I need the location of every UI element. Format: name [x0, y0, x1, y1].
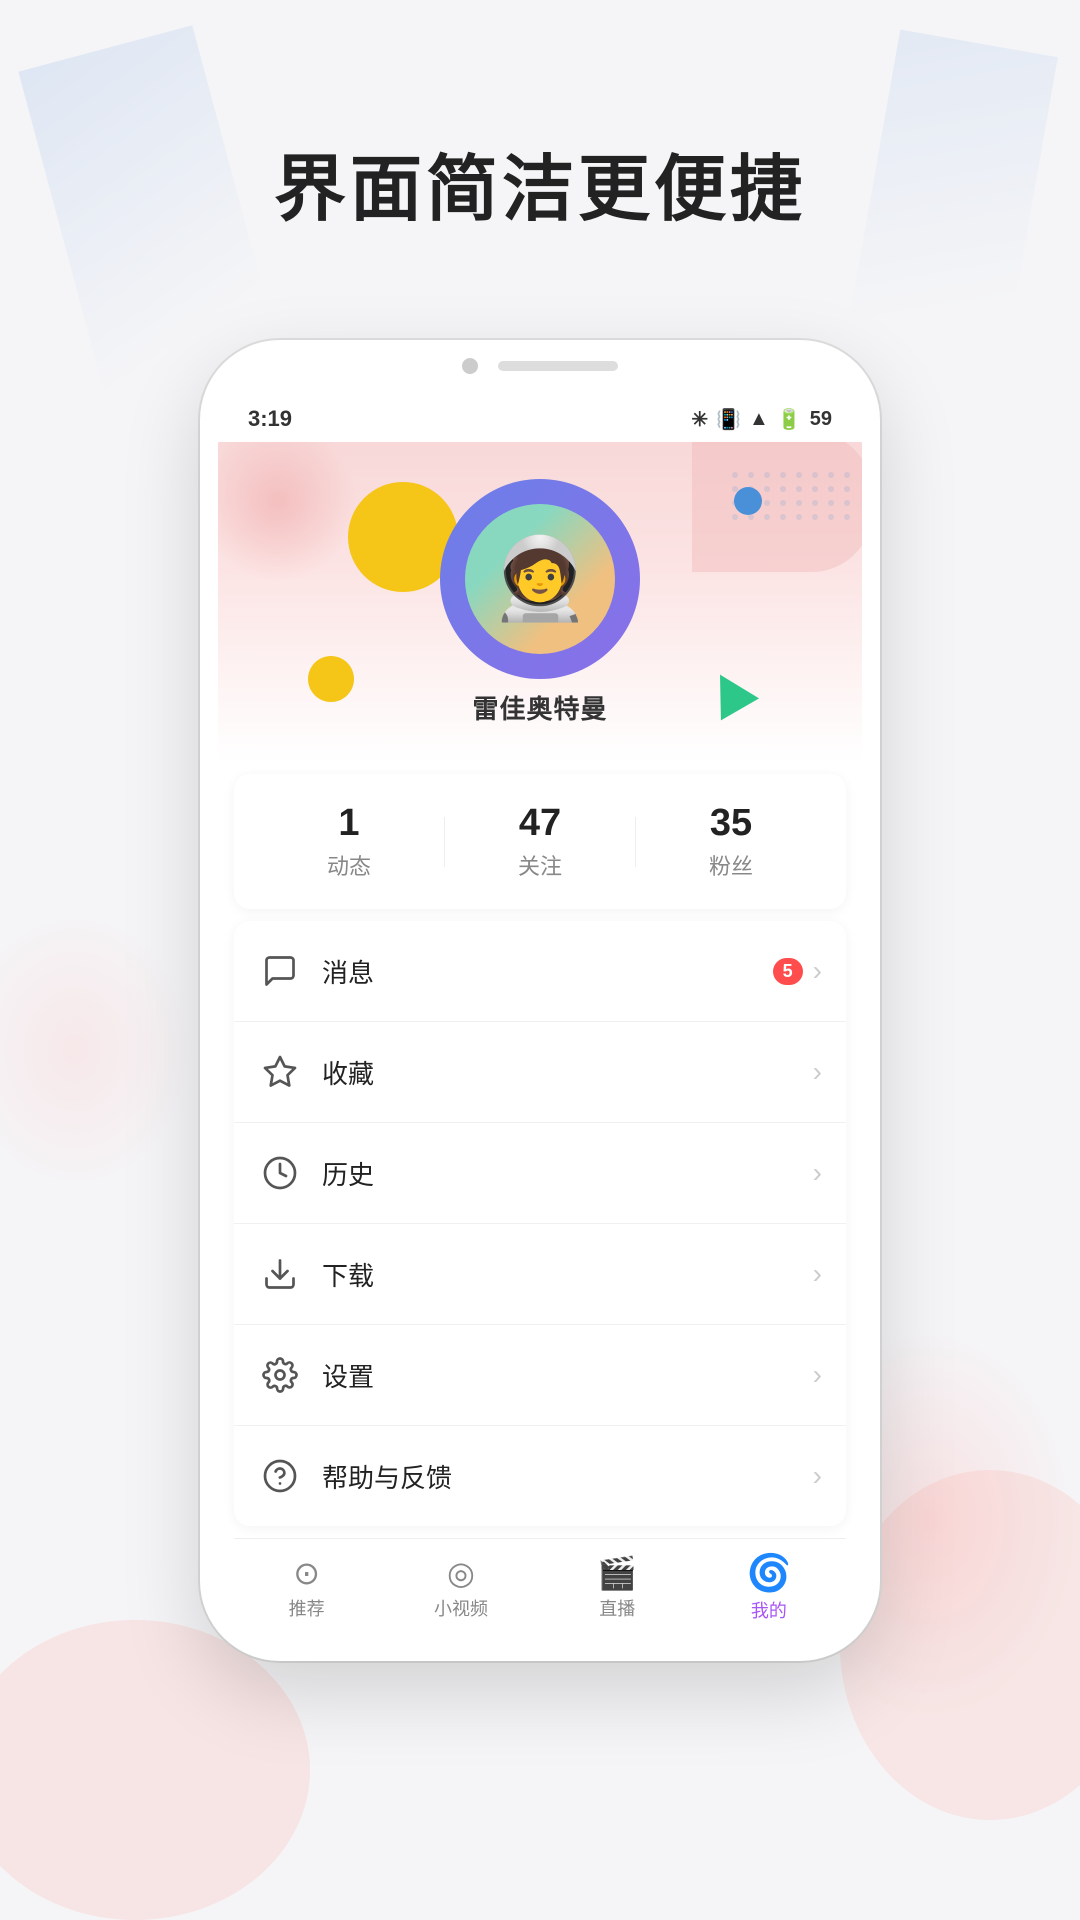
status-time: 3:19: [248, 406, 292, 432]
nav-item-profile[interactable]: 🌀 我的: [746, 1555, 791, 1623]
avatar-emoji: 🧑‍🚀: [490, 539, 590, 619]
nav-item-recommend[interactable]: ⊙ 推荐: [289, 1557, 325, 1621]
chevron-right-icon: ›: [813, 1157, 822, 1189]
menu-item-history[interactable]: 历史 ›: [234, 1123, 846, 1224]
person-circle-icon: 🌀: [746, 1555, 791, 1591]
menu-item-help[interactable]: 帮助与反馈 ›: [234, 1426, 846, 1526]
decor-triangle-green: [701, 664, 759, 721]
video-camera-icon: 🎬: [597, 1557, 637, 1589]
stat-number-following: 47: [519, 802, 561, 845]
battery-icon: 🔋: [777, 407, 802, 432]
decor-circle-yellow-sm: [308, 656, 354, 702]
vibrate-icon: 📳: [716, 407, 741, 432]
decor-dot-grid: [732, 472, 852, 520]
menu-label-help: 帮助与反馈: [322, 1458, 813, 1495]
page-title: 界面简洁更便捷: [0, 0, 1080, 295]
avatar-bg-circle: 🧑‍🚀: [440, 479, 640, 679]
signal-icon: ▲: [749, 408, 769, 431]
nav-label-profile: 我的: [751, 1597, 787, 1623]
status-bar: 3:19 ✳ 📳 ▲ 🔋 59: [218, 386, 862, 442]
stats-row: 1 动态 47 关注 35 粉丝: [234, 774, 846, 909]
stat-item-dynamic[interactable]: 1 动态: [254, 802, 444, 881]
clock-icon: [258, 1151, 302, 1195]
stat-item-following[interactable]: 47 关注: [445, 802, 635, 881]
profile-header: 🧑‍🚀 雷佳奥特曼: [218, 442, 862, 762]
stat-label-following: 关注: [518, 849, 562, 881]
battery-level: 59: [810, 408, 832, 431]
phone-screen: 3:19 ✳ 📳 ▲ 🔋 59: [218, 386, 862, 1643]
menu-label-history: 历史: [322, 1155, 813, 1192]
menu-label-messages: 消息: [322, 953, 773, 990]
chat-icon: [258, 949, 302, 993]
stat-label-dynamic: 动态: [327, 849, 371, 881]
messages-badge: 5: [773, 958, 803, 985]
stat-label-fans: 粉丝: [709, 849, 753, 881]
username: 雷佳奥特曼: [472, 689, 607, 726]
settings-icon: [258, 1353, 302, 1397]
chevron-right-icon: ›: [813, 1460, 822, 1492]
stat-number-dynamic: 1: [338, 802, 359, 845]
menu-label-favorites: 收藏: [322, 1054, 813, 1091]
star-icon: [258, 1050, 302, 1094]
nav-item-short-video[interactable]: ◎ 小视频: [434, 1557, 488, 1621]
menu-list: 消息 5 › 收藏 › 历史: [234, 921, 846, 1526]
chevron-right-icon: ›: [813, 1056, 822, 1088]
play-circle-icon: ◎: [447, 1557, 475, 1589]
help-icon: [258, 1454, 302, 1498]
avatar: 🧑‍🚀: [465, 504, 615, 654]
menu-item-download[interactable]: 下载 ›: [234, 1224, 846, 1325]
phone-camera: [462, 358, 478, 374]
bottom-nav: ⊙ 推荐 ◎ 小视频 🎬 直播 🌀 我的: [234, 1538, 846, 1643]
phone-speaker: [498, 361, 618, 371]
download-icon: [258, 1252, 302, 1296]
nav-item-live[interactable]: 🎬 直播: [597, 1557, 637, 1621]
menu-label-download: 下载: [322, 1256, 813, 1293]
home-icon: ⊙: [293, 1557, 320, 1589]
chevron-right-icon: ›: [813, 1359, 822, 1391]
nav-label-live: 直播: [599, 1595, 635, 1621]
menu-item-messages[interactable]: 消息 5 ›: [234, 921, 846, 1022]
chevron-right-icon: ›: [813, 1258, 822, 1290]
stat-number-fans: 35: [710, 802, 752, 845]
chevron-right-icon: ›: [813, 955, 822, 987]
phone-mockup: 3:19 ✳ 📳 ▲ 🔋 59: [200, 340, 880, 1661]
menu-label-settings: 设置: [322, 1357, 813, 1394]
nav-label-recommend: 推荐: [289, 1595, 325, 1621]
status-icons: ✳ 📳 ▲ 🔋 59: [691, 407, 832, 432]
stat-item-fans[interactable]: 35 粉丝: [636, 802, 826, 881]
menu-item-settings[interactable]: 设置 ›: [234, 1325, 846, 1426]
avatar-container[interactable]: 🧑‍🚀 雷佳奥特曼: [440, 479, 640, 726]
nav-label-short-video: 小视频: [434, 1595, 488, 1621]
bluetooth-icon: ✳: [691, 407, 708, 432]
menu-item-favorites[interactable]: 收藏 ›: [234, 1022, 846, 1123]
decor-blob-tl: [218, 442, 358, 582]
phone-top-bar: [218, 358, 862, 374]
